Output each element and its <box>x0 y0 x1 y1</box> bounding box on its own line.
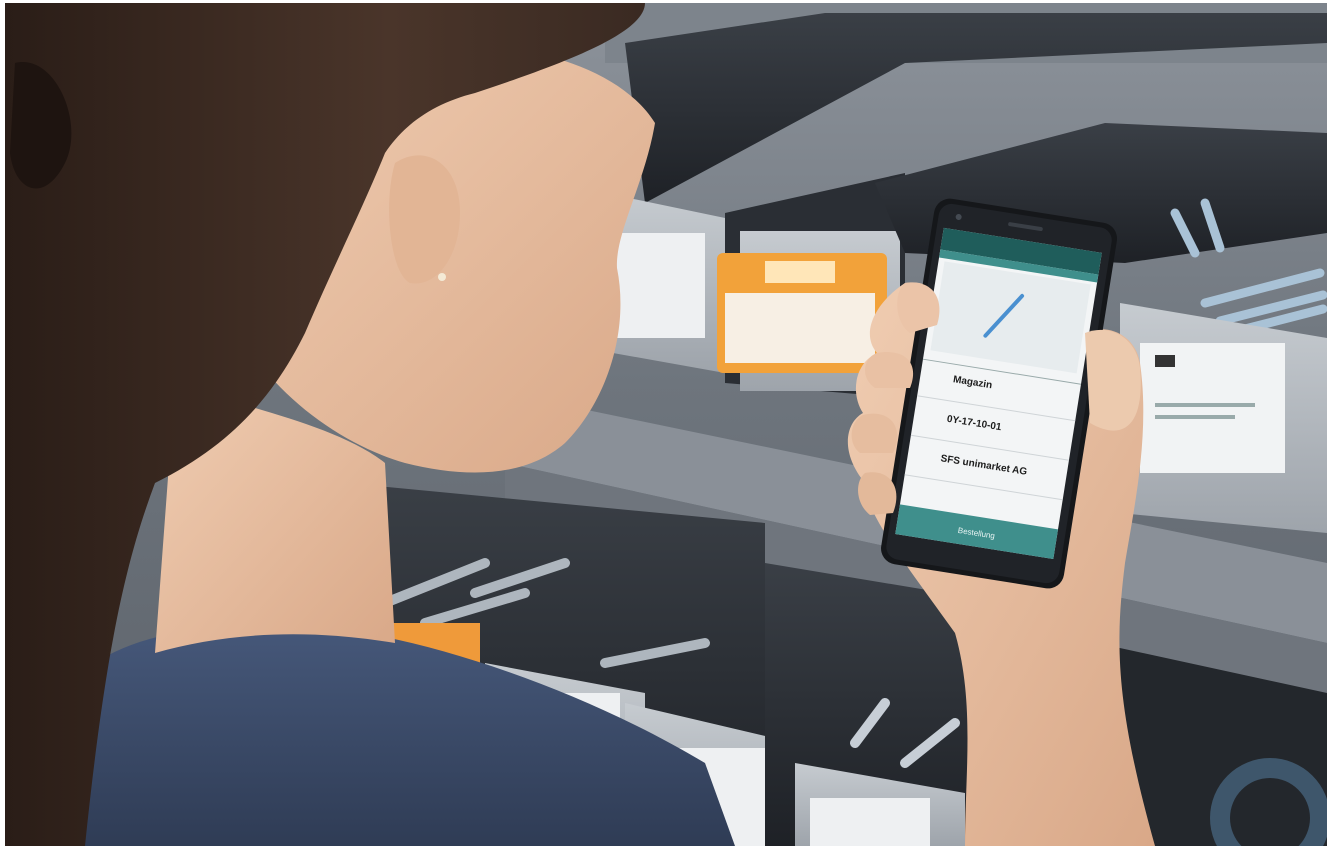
photo-scene: Magazin 0Y-17-10-01 SFS unimarket AG Bes… <box>5 3 1327 846</box>
fingers-overlay <box>851 282 1141 515</box>
